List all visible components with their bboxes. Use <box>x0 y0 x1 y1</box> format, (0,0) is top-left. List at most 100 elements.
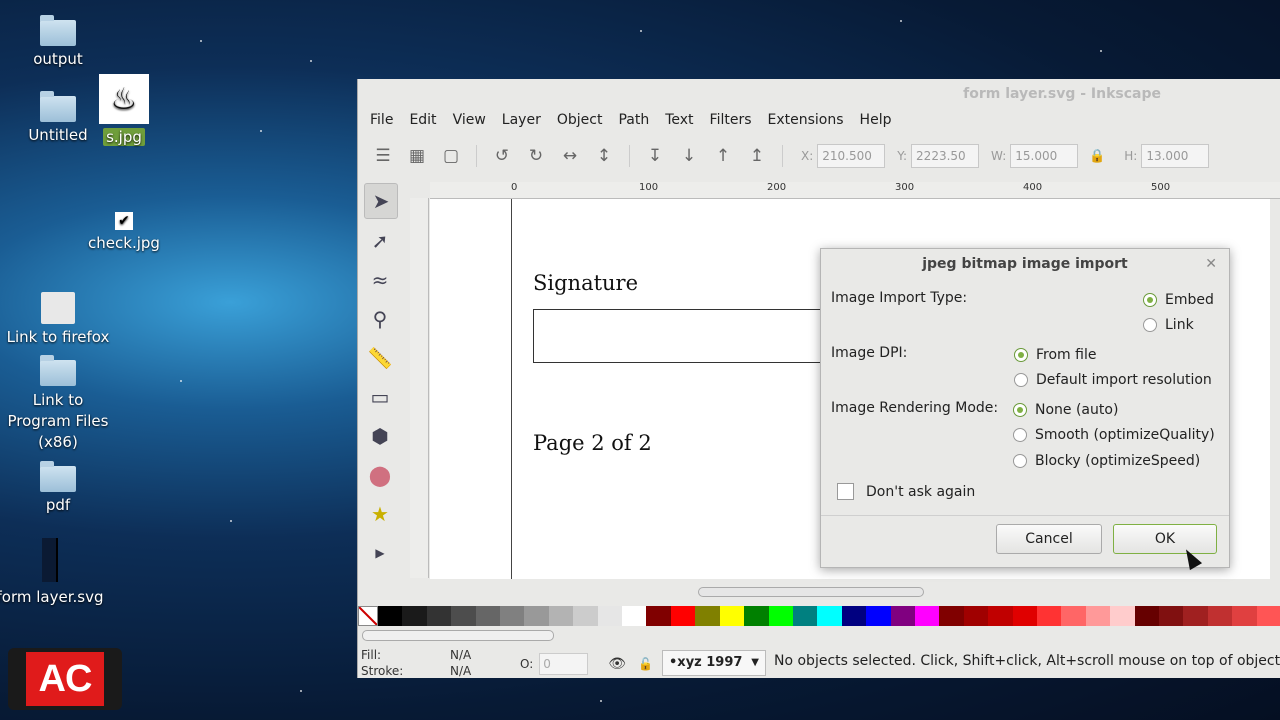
menu-extensions[interactable]: Extensions <box>760 109 852 131</box>
raise-icon[interactable]: ↑ <box>708 143 738 169</box>
eye-icon[interactable]: 👁 <box>608 656 626 672</box>
lock-layer-icon[interactable]: 🔓 <box>638 657 653 671</box>
color-swatch[interactable] <box>1134 606 1159 626</box>
flip-vertical-icon[interactable]: ↕ <box>589 143 619 169</box>
menu-help[interactable]: Help <box>852 109 900 131</box>
color-swatch[interactable] <box>866 606 891 626</box>
horizontal-scrollbar[interactable] <box>430 584 1270 598</box>
radio-button[interactable] <box>1013 428 1027 442</box>
color-swatch[interactable] <box>841 606 867 626</box>
radio-blocky[interactable]: Blocky (optimizeSpeed) <box>1013 453 1200 469</box>
dont-ask-again-checkbox[interactable]: Don't ask again <box>837 483 975 500</box>
tweak-tool-icon[interactable]: ≈ <box>364 263 396 297</box>
desktop-icon-pdf[interactable]: pdf <box>0 461 118 514</box>
color-palette[interactable] <box>358 606 1280 626</box>
color-swatch[interactable] <box>500 606 525 626</box>
lower-to-bottom-icon[interactable]: ↧ <box>640 143 670 169</box>
color-swatch[interactable] <box>524 606 549 626</box>
y-input[interactable]: 2223.50 <box>911 144 980 168</box>
color-swatch[interactable] <box>573 606 598 626</box>
palette-scrollbar[interactable] <box>362 630 554 641</box>
menu-layer[interactable]: Layer <box>494 109 549 131</box>
color-swatch[interactable] <box>548 606 574 626</box>
desktop-icon-s-jpg[interactable]: ♨ s.jpg <box>64 74 184 146</box>
radio-from-file[interactable]: From file <box>1014 347 1096 363</box>
color-swatch[interactable] <box>1183 606 1208 626</box>
w-input[interactable]: 15.000 <box>1010 144 1079 168</box>
color-swatch[interactable] <box>1061 606 1086 626</box>
color-swatch[interactable] <box>695 606 720 626</box>
color-swatch[interactable] <box>1207 606 1233 626</box>
color-swatch[interactable] <box>475 606 501 626</box>
rotate-cw-icon[interactable]: ↻ <box>521 143 551 169</box>
radio-button[interactable] <box>1143 293 1157 307</box>
desktop-icon-link-firefox[interactable]: Link to firefox <box>0 292 118 346</box>
more-tools-arrow-icon[interactable]: ▶ <box>364 536 396 570</box>
select-all-layers-icon[interactable]: ▦ <box>402 143 432 169</box>
radio-none-auto[interactable]: None (auto) <box>1013 402 1118 418</box>
menu-object[interactable]: Object <box>549 109 611 131</box>
lock-icon[interactable]: 🔒 <box>1082 143 1112 169</box>
color-swatch[interactable] <box>670 606 696 626</box>
color-swatch[interactable] <box>1256 606 1280 626</box>
color-swatch[interactable] <box>646 606 671 626</box>
menu-path[interactable]: Path <box>610 109 657 131</box>
deselect-icon[interactable]: ▢ <box>436 143 466 169</box>
radio-smooth[interactable]: Smooth (optimizeQuality) <box>1013 427 1215 443</box>
ok-button[interactable]: OK <box>1113 524 1217 554</box>
zoom-tool-icon[interactable]: ⚲ <box>364 302 396 336</box>
radio-embed[interactable]: Embed <box>1143 292 1214 308</box>
node-tool-icon[interactable]: ➚ <box>364 224 396 258</box>
menu-file[interactable]: File <box>362 109 401 131</box>
color-swatch[interactable] <box>1110 606 1135 626</box>
color-swatch[interactable] <box>1036 606 1062 626</box>
fill-value[interactable]: N/A <box>450 647 471 663</box>
color-swatch[interactable] <box>817 606 842 626</box>
color-swatch[interactable] <box>744 606 769 626</box>
color-swatch[interactable] <box>963 606 989 626</box>
color-swatch[interactable] <box>719 606 745 626</box>
color-swatch[interactable] <box>402 606 427 626</box>
color-swatch[interactable] <box>914 606 940 626</box>
no-paint-swatch[interactable] <box>358 606 378 626</box>
star-tool-icon[interactable]: ★ <box>364 497 396 531</box>
checkbox[interactable] <box>837 483 854 500</box>
menu-text[interactable]: Text <box>657 109 701 131</box>
measure-tool-icon[interactable]: 📏 <box>364 341 396 375</box>
desktop-icon-check-jpg[interactable]: ✔ check.jpg <box>64 212 184 252</box>
opacity-input[interactable]: 0 <box>539 653 589 675</box>
ellipse-tool-icon[interactable]: ⬤ <box>364 458 396 492</box>
color-swatch[interactable] <box>1085 606 1111 626</box>
color-swatch[interactable] <box>890 606 915 626</box>
radio-link[interactable]: Link <box>1143 317 1194 333</box>
raise-to-top-icon[interactable]: ↥ <box>742 143 772 169</box>
stroke-value[interactable]: N/A <box>450 663 471 679</box>
color-swatch[interactable] <box>426 606 452 626</box>
color-swatch[interactable] <box>1159 606 1184 626</box>
3d-box-tool-icon[interactable]: ⬢ <box>364 419 396 453</box>
desktop-icon-output[interactable]: output <box>0 15 118 68</box>
radio-default-resolution[interactable]: Default import resolution <box>1014 372 1212 388</box>
radio-button[interactable] <box>1013 454 1027 468</box>
radio-button[interactable] <box>1013 403 1027 417</box>
menu-edit[interactable]: Edit <box>401 109 444 131</box>
rectangle-tool-icon[interactable]: ▭ <box>364 380 396 414</box>
radio-button[interactable] <box>1143 318 1157 332</box>
radio-button[interactable] <box>1014 373 1028 387</box>
color-swatch[interactable] <box>597 606 623 626</box>
desktop-icon-link-program-files[interactable]: Link to Program Files (x86) <box>0 355 118 453</box>
menu-view[interactable]: View <box>445 109 494 131</box>
rotate-ccw-icon[interactable]: ↺ <box>487 143 517 169</box>
cancel-button[interactable]: Cancel <box>996 524 1102 554</box>
color-swatch[interactable] <box>939 606 964 626</box>
color-swatch[interactable] <box>378 606 403 626</box>
x-input[interactable]: 210.500 <box>817 144 886 168</box>
color-swatch[interactable] <box>792 606 818 626</box>
lower-icon[interactable]: ↓ <box>674 143 704 169</box>
color-swatch[interactable] <box>1012 606 1037 626</box>
color-swatch[interactable] <box>622 606 647 626</box>
color-swatch[interactable] <box>451 606 476 626</box>
menu-filters[interactable]: Filters <box>702 109 760 131</box>
select-all-icon[interactable]: ☰ <box>368 143 398 169</box>
h-input[interactable]: 13.000 <box>1141 144 1210 168</box>
